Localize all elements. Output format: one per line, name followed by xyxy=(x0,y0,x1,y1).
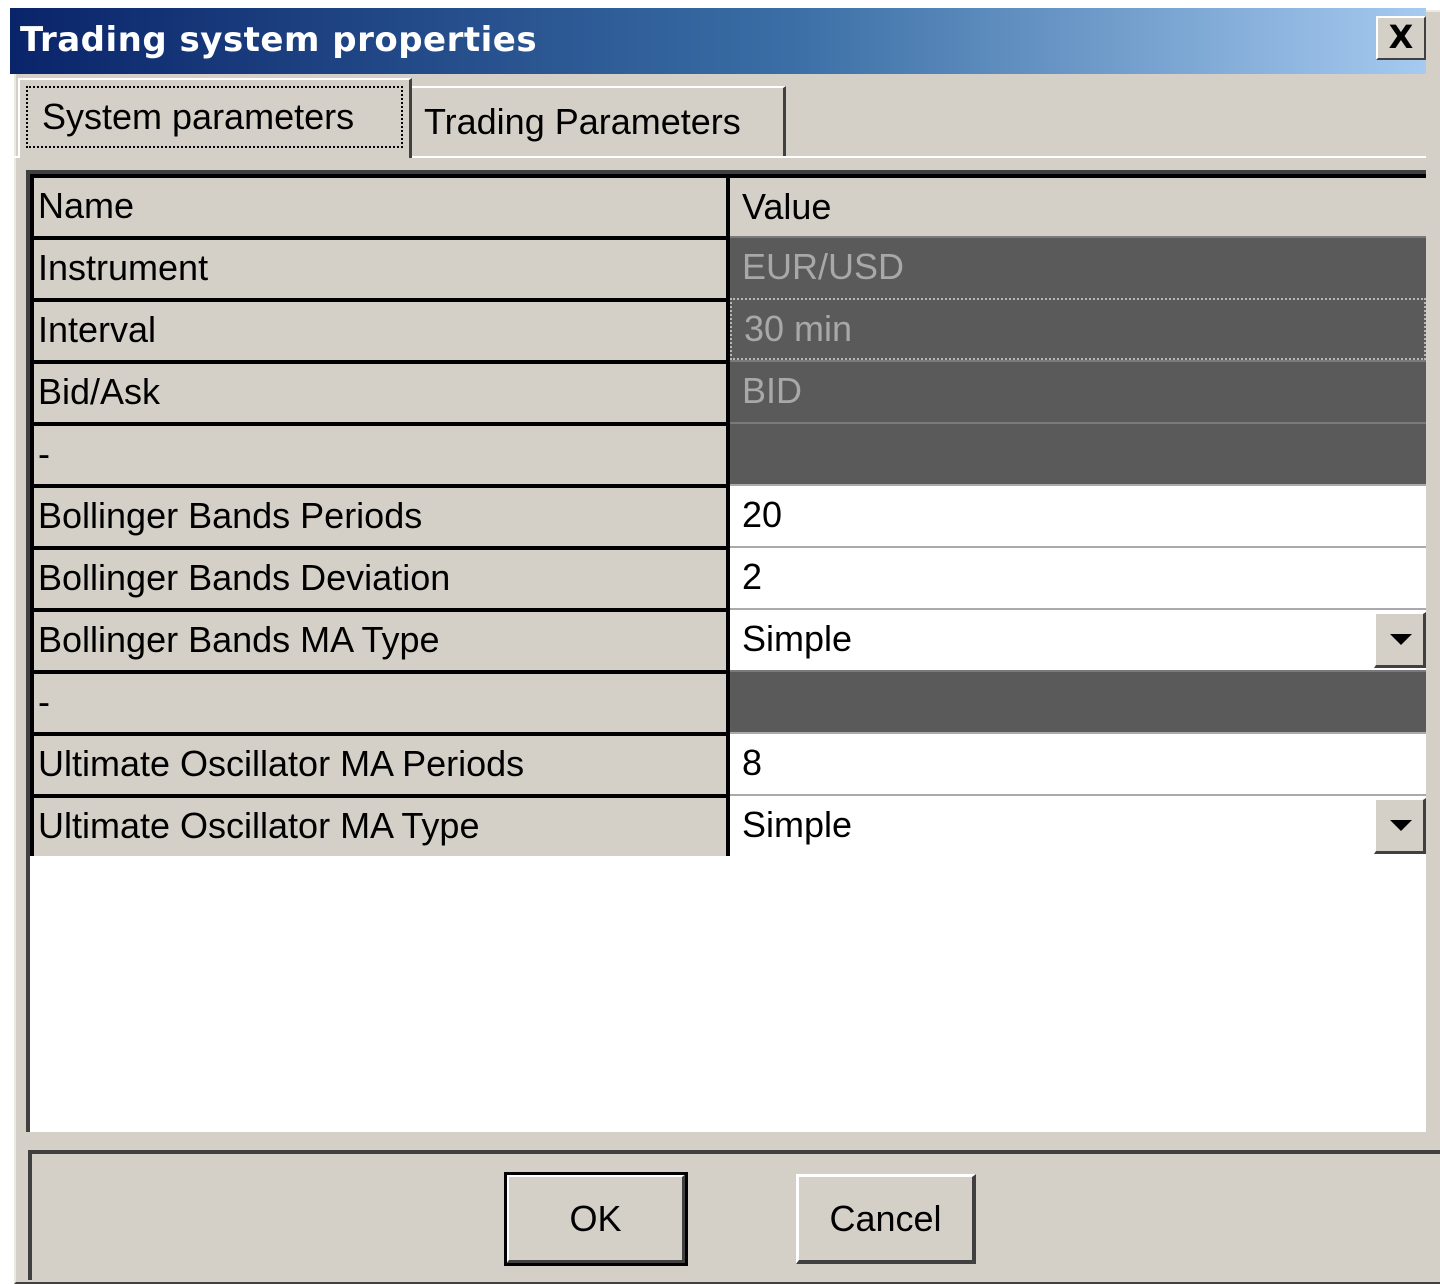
property-name-cell: - xyxy=(30,670,730,732)
property-value-text: Simple xyxy=(742,804,853,845)
column-header-name[interactable]: Name xyxy=(30,174,730,236)
property-name-cell: Ultimate Oscillator MA Periods xyxy=(30,732,730,794)
property-name-cell: Bid/Ask xyxy=(30,360,730,422)
property-value-select[interactable]: Simple xyxy=(730,608,1426,670)
property-value-text: 8 xyxy=(742,742,763,783)
chevron-down-icon xyxy=(1390,634,1412,645)
ok-button[interactable]: OK xyxy=(504,1172,688,1266)
property-name-cell: Bollinger Bands MA Type xyxy=(30,608,730,670)
table-row[interactable]: Ultimate Oscillator MA Type Simple xyxy=(30,794,1426,856)
property-value-cell: BID xyxy=(730,360,1426,422)
property-name-cell: Instrument xyxy=(30,236,730,298)
cancel-button[interactable]: Cancel xyxy=(796,1174,976,1264)
window-title: Trading system properties xyxy=(20,20,538,60)
property-name-cell: Interval xyxy=(30,298,730,360)
property-value-text: BID xyxy=(742,370,803,411)
property-name-cell: Bollinger Bands Periods xyxy=(30,484,730,546)
dropdown-button[interactable] xyxy=(1374,612,1426,668)
title-bar[interactable]: Trading system properties X xyxy=(10,8,1426,74)
chevron-down-icon xyxy=(1390,820,1412,831)
property-value-text: Simple xyxy=(742,618,853,659)
table-row[interactable]: Ultimate Oscillator MA Periods 8 xyxy=(30,732,1426,794)
column-header-value[interactable]: Value xyxy=(730,174,1426,236)
property-value-cell: 30 min xyxy=(730,298,1426,360)
tab-trading-parameters-label: Trading Parameters xyxy=(424,101,741,142)
table-row[interactable]: Interval 30 min xyxy=(30,298,1426,360)
properties-grid: Name Value Instrument EUR/USD Interval 30 m… xyxy=(26,170,1426,1132)
property-name-cell: Bollinger Bands Deviation xyxy=(30,546,730,608)
grid-header-row: Name Value xyxy=(30,174,1426,236)
property-name-cell: - xyxy=(30,422,730,484)
property-value-cell[interactable]: 8 xyxy=(730,732,1426,794)
property-value-cell: EUR/USD xyxy=(730,236,1426,298)
property-value-cell[interactable]: 20 xyxy=(730,484,1426,546)
table-row[interactable]: Bollinger Bands Deviation 2 xyxy=(30,546,1426,608)
property-value-text: 30 min xyxy=(744,308,853,349)
dropdown-button[interactable] xyxy=(1374,798,1426,854)
property-name-cell: Ultimate Oscillator MA Type xyxy=(30,794,730,856)
property-value-cell xyxy=(730,670,1426,732)
table-row[interactable]: - xyxy=(30,670,1426,732)
tab-system-parameters[interactable]: System parameters xyxy=(18,78,412,158)
table-row[interactable]: - xyxy=(30,422,1426,484)
property-value-text: 2 xyxy=(742,556,763,597)
property-value-cell[interactable]: 2 xyxy=(730,546,1426,608)
tab-trading-parameters[interactable]: Trading Parameters xyxy=(410,86,786,156)
tab-system-parameters-label: System parameters xyxy=(26,86,403,148)
property-value-cell xyxy=(730,422,1426,484)
property-value-select[interactable]: Simple xyxy=(730,794,1426,856)
table-row[interactable]: Bid/Ask BID xyxy=(30,360,1426,422)
close-button[interactable]: X xyxy=(1376,16,1426,60)
property-value-text: EUR/USD xyxy=(742,246,905,287)
table-row[interactable]: Bollinger Bands Periods 20 xyxy=(30,484,1426,546)
button-bar: OK Cancel xyxy=(28,1150,1440,1280)
property-value-text: 20 xyxy=(742,494,783,535)
table-row[interactable]: Bollinger Bands MA Type Simple xyxy=(30,608,1426,670)
table-row[interactable]: Instrument EUR/USD xyxy=(30,236,1426,298)
